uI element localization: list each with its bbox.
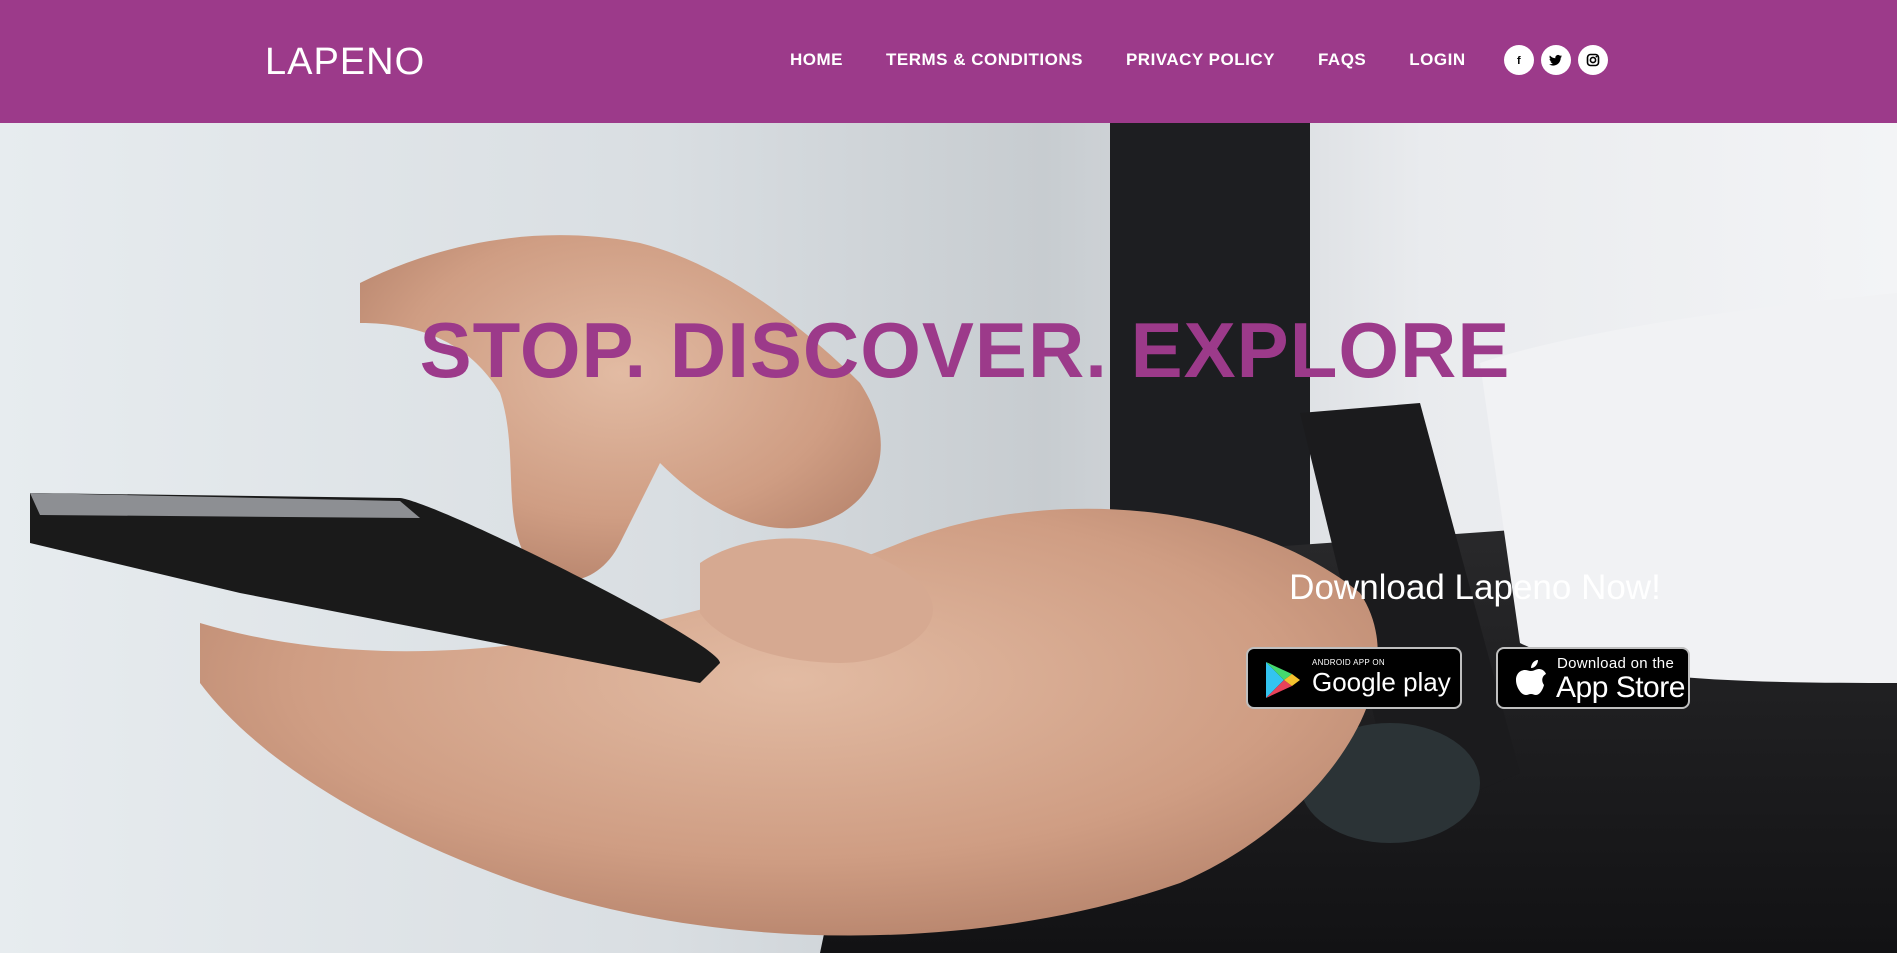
top-navbar: LAPENO HOME TERMS & CONDITIONS PRIVACY P… <box>0 0 1897 123</box>
nav-privacy-policy[interactable]: PRIVACY POLICY <box>1126 48 1275 72</box>
google-play-small-text: ANDROID APP ON <box>1312 658 1385 667</box>
twitter-icon[interactable] <box>1541 45 1571 75</box>
lapeno-logo[interactable]: LAPENO <box>265 40 425 80</box>
app-store-button[interactable]: Download on the App Store <box>1496 647 1690 709</box>
apple-icon <box>1516 660 1546 695</box>
facebook-icon[interactable]: f <box>1504 45 1534 75</box>
nav-login[interactable]: LOGIN <box>1409 48 1465 72</box>
app-store-big-text: App Store <box>1556 671 1685 704</box>
google-play-big-text: Google play <box>1312 667 1451 697</box>
nav-faqs[interactable]: FAQS <box>1318 48 1366 72</box>
hero-section: STOP. DISCOVER. EXPLORE Download Lapeno … <box>0 123 1897 953</box>
download-title: Download Lapeno Now! <box>1289 568 1661 607</box>
instagram-icon[interactable] <box>1578 45 1608 75</box>
hero-headline: STOP. DISCOVER. EXPLORE <box>419 306 1511 394</box>
google-play-icon <box>1266 662 1300 698</box>
svg-text:f: f <box>1517 55 1521 67</box>
nav-terms-conditions[interactable]: TERMS & CONDITIONS <box>886 48 1083 72</box>
app-store-small-text: Download on the <box>1557 655 1675 672</box>
main-navigation: HOME TERMS & CONDITIONS PRIVACY POLICY F… <box>790 48 1466 72</box>
google-play-button[interactable]: ANDROID APP ON Google play <box>1246 647 1462 709</box>
nav-home[interactable]: HOME <box>790 48 843 72</box>
hero-background-photo <box>0 123 1897 953</box>
social-links: f <box>1504 45 1608 75</box>
svg-text:LAPENO: LAPENO <box>265 41 425 80</box>
